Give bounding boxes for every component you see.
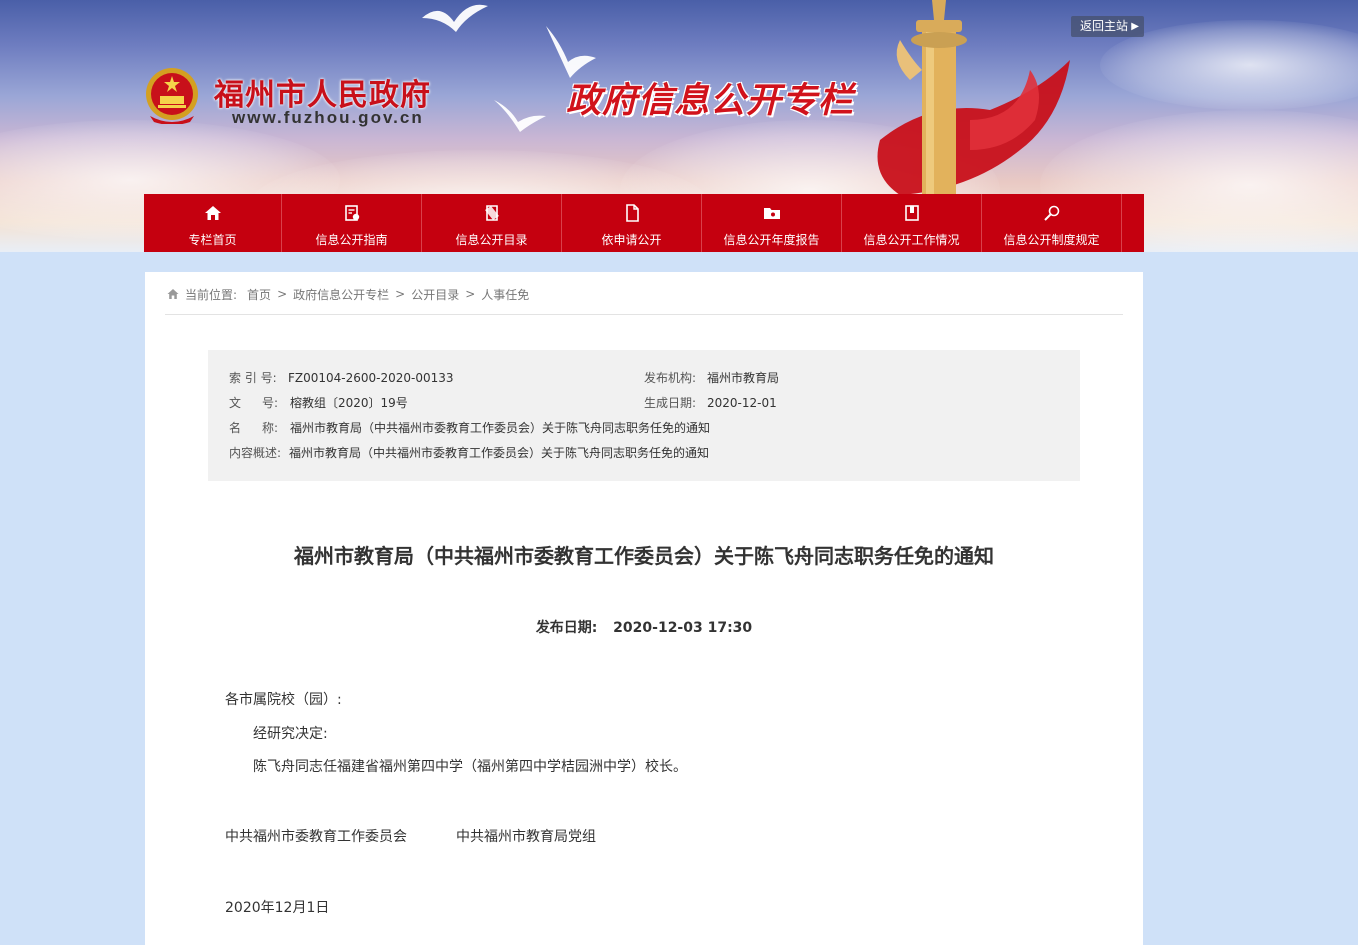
- breadcrumb-personnel-link[interactable]: 人事任免: [481, 286, 529, 303]
- seagull-icon: [422, 4, 488, 32]
- meta-index-row: 索 引 号: FZ00104-2600-2020-00133: [229, 370, 454, 386]
- meta-summary-row: 内容概述: 福州市教育局（中共福州市委教育工作委员会）关于陈飞舟同志职务任免的通知: [229, 445, 709, 461]
- article-sign-date: 2020年12月1日: [225, 900, 330, 916]
- nav-item-catalog[interactable]: 信息公开目录: [422, 194, 562, 252]
- article-paragraph: 经研究决定:: [253, 726, 328, 742]
- breadcrumb-separator: >: [465, 287, 476, 301]
- article-salutation: 各市属院校（园）:: [225, 692, 342, 708]
- breadcrumb-separator: >: [395, 287, 406, 301]
- meta-docno-value: 榕教组〔2020〕19号: [290, 396, 408, 410]
- breadcrumb-column-link[interactable]: 政府信息公开专栏: [293, 286, 389, 303]
- meta-name-label: 称:: [262, 421, 279, 435]
- nav-item-column-home[interactable]: 专栏首页: [144, 194, 282, 252]
- meta-publisher-label: 发布机构:: [644, 371, 697, 385]
- nav-item-label: 信息公开目录: [455, 233, 528, 247]
- meta-docno-row: 文 号: 榕教组〔2020〕19号: [229, 395, 408, 411]
- work-icon: [904, 205, 919, 221]
- meta-gen-date-row: 生成日期: 2020-12-01: [644, 395, 777, 411]
- column-title: 政府信息公开专栏: [566, 81, 855, 121]
- article-signer: 中共福州市教育局党组: [456, 829, 596, 845]
- seagull-icon: [494, 100, 546, 132]
- meta-index-label: 索 引 号:: [229, 371, 277, 385]
- meta-name-value: 福州市教育局（中共福州市委教育工作委员会）关于陈飞舟同志职务任免的通知: [290, 421, 711, 435]
- breadcrumb-catalog-link[interactable]: 公开目录: [411, 286, 459, 303]
- nav-item-label: 信息公开年度报告: [723, 233, 820, 247]
- meta-docno-label: 号:: [262, 396, 279, 410]
- meta-publisher-value: 福州市教育局: [707, 371, 780, 385]
- chevron-right-icon: ▶: [1131, 21, 1139, 32]
- home-icon: [204, 206, 221, 220]
- meta-gen-date-label: 生成日期:: [644, 396, 697, 410]
- main-nav: 专栏首页 信息公开指南 信息公开目录 依申请公开 信息公开年度报告 信息公开工作…: [144, 194, 1144, 252]
- meta-name-row: 名 称: 福州市教育局（中共福州市委教育工作委员会）关于陈飞舟同志职务任免的通知: [229, 420, 710, 436]
- nav-item-apply[interactable]: 依申请公开: [562, 194, 702, 252]
- return-home-label: 返回主站: [1080, 19, 1129, 33]
- breadcrumb-divider: [165, 314, 1123, 315]
- nav-item-annual-report[interactable]: 信息公开年度报告: [702, 194, 842, 252]
- meta-docno-label: 文: [229, 396, 242, 410]
- nav-item-label: 信息公开工作情况: [863, 233, 960, 247]
- meta-summary-value: 福州市教育局（中共福州市委教育工作委员会）关于陈飞舟同志职务任免的通知: [289, 446, 710, 460]
- nav-item-label: 依申请公开: [601, 233, 662, 247]
- huabiao-pillar-icon: [877, 0, 1070, 195]
- meta-summary-label: 内容概述:: [229, 446, 282, 460]
- nav-item-label: 信息公开指南: [315, 233, 388, 247]
- rules-icon: [1043, 205, 1059, 221]
- publish-date-label: 发布日期:: [535, 620, 598, 636]
- nav-item-label: 专栏首页: [188, 233, 237, 247]
- meta-gen-date-value: 2020-12-01: [707, 396, 777, 410]
- document-metadata-box: 索 引 号: FZ00104-2600-2020-00133 发布机构: 福州市教育…: [208, 350, 1080, 481]
- return-home-button[interactable]: 返回主站 ▶: [1071, 16, 1144, 37]
- article-publish-date: 发布日期: 2020-12-03 17:30: [145, 617, 1143, 637]
- meta-index-value: FZ00104-2600-2020-00133: [288, 371, 454, 385]
- site-url: www.fuzhou.gov.cn: [232, 108, 424, 127]
- nav-item-guide[interactable]: 信息公开指南: [282, 194, 422, 252]
- breadcrumb-separator: >: [277, 287, 288, 301]
- nav-item-rules[interactable]: 信息公开制度规定: [982, 194, 1122, 252]
- article-title: 福州市教育局（中共福州市委教育工作委员会）关于陈飞舟同志职务任免的通知: [294, 544, 994, 568]
- content-panel: 当前位置: 首页 > 政府信息公开专栏 > 公开目录 > 人事任免 索 引 号:…: [145, 272, 1143, 945]
- catalog-icon: [484, 205, 499, 221]
- article-paragraph: 陈飞舟同志任福建省福州第四中学（福州第四中学桔园洲中学）校长。: [253, 759, 687, 775]
- breadcrumb-home-link[interactable]: 首页: [247, 286, 271, 303]
- breadcrumb-prefix: 当前位置:: [185, 287, 238, 302]
- report-icon: [763, 208, 780, 219]
- national-emblem-icon: [146, 68, 198, 124]
- home-icon: [167, 289, 179, 299]
- guide-icon: [344, 205, 359, 221]
- meta-name-label: 名: [229, 421, 242, 435]
- publish-date-value: 2020-12-03 17:30: [613, 620, 753, 636]
- meta-publisher-row: 发布机构: 福州市教育局: [644, 370, 779, 386]
- breadcrumb: 当前位置: 首页 > 政府信息公开专栏 > 公开目录 > 人事任免: [167, 286, 529, 302]
- document-icon: [625, 204, 639, 222]
- nav-item-work-status[interactable]: 信息公开工作情况: [842, 194, 982, 252]
- nav-item-label: 信息公开制度规定: [1003, 233, 1100, 247]
- article-signer: 中共福州市委教育工作委员会: [225, 829, 407, 845]
